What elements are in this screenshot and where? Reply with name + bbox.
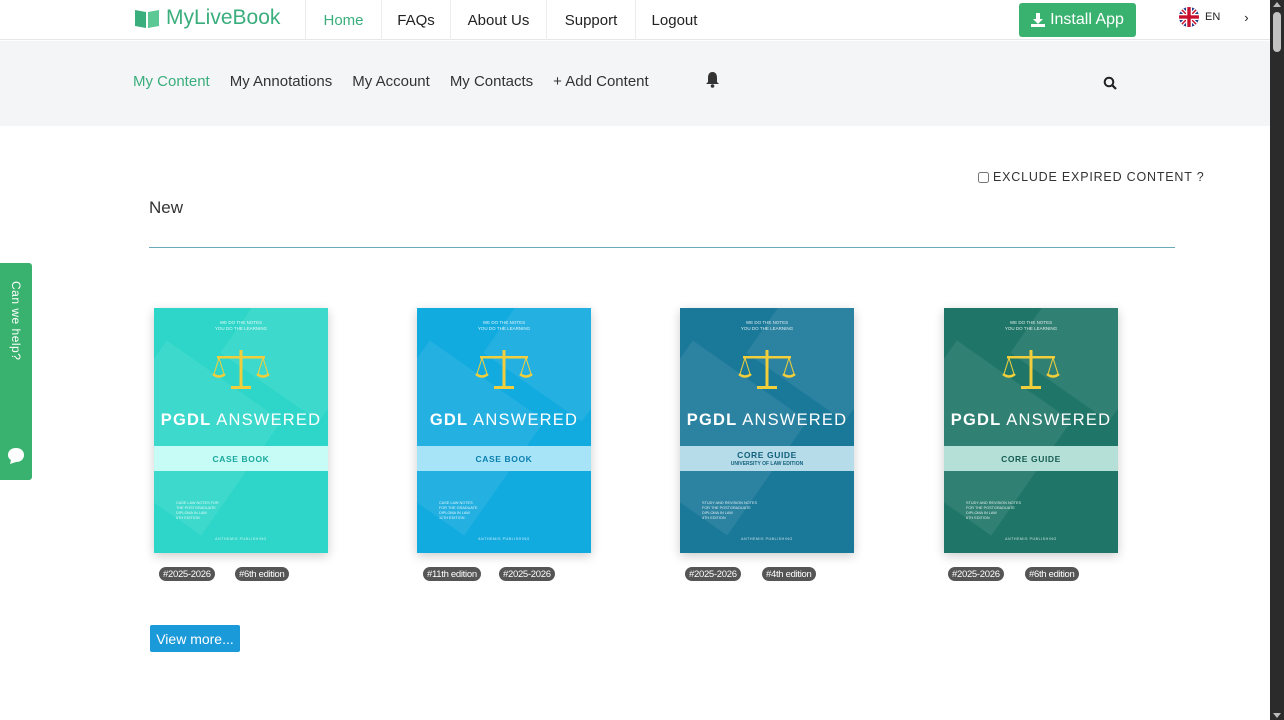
uk-flag-icon — [1179, 7, 1199, 27]
cover-band: CORE GUIDE UNIVERSITY OF LAW EDITION — [680, 446, 854, 471]
cover-notes: CASE LAW NOTES FOR THE GRADUATE DIPLOMA IN… — [439, 501, 478, 520]
brand-logo[interactable]: MyLiveBook — [134, 6, 280, 30]
exclude-expired-label: EXCLUDE EXPIRED CONTENT ? — [993, 170, 1205, 184]
download-icon — [1031, 13, 1046, 27]
cover-band-subtitle: UNIVERSITY OF LAW EDITION — [730, 461, 804, 467]
scales-of-justice-icon — [738, 350, 796, 389]
content-nav-my-account[interactable]: My Account — [352, 73, 430, 90]
content-nav-my-content[interactable]: My Content — [133, 73, 210, 90]
top-navbar: MyLiveBook Home FAQs About Us Support Logout… — [0, 0, 1270, 40]
cover-notes: STUDY AND REVISION NOTES FOR THE POSTGRAD… — [702, 501, 757, 520]
cover-notes: STUDY AND REVISION NOTES FOR THE POSTGRAD… — [966, 501, 1021, 520]
top-nav-support[interactable]: Support — [546, 0, 635, 40]
book-tag[interactable]: #2025-2026 — [499, 567, 555, 581]
book-tag[interactable]: #2025-2026 — [685, 567, 741, 581]
section-divider — [149, 247, 1175, 248]
book-tag[interactable]: #4th edition — [762, 567, 816, 581]
top-nav-home[interactable]: Home — [305, 0, 381, 40]
scroll-up-arrow-icon[interactable] — [1273, 2, 1281, 7]
cover-band-title: CASE BOOK — [475, 453, 533, 464]
cover-tagline: WE DO THE NOTES YOU DO THE LEARNING — [477, 320, 531, 331]
book-cover[interactable]: WE DO THE NOTES YOU DO THE LEARNING GDL A… — [417, 308, 591, 553]
cover-tagline: WE DO THE NOTES YOU DO THE LEARNING — [1004, 320, 1058, 331]
view-more-button[interactable]: View more... — [150, 625, 240, 652]
cover-band-title: CASE BOOK — [212, 453, 270, 464]
page-scrollbar[interactable] — [1270, 0, 1284, 720]
cover-tagline: WE DO THE NOTES YOU DO THE LEARNING — [214, 320, 268, 331]
cover-band: CASE BOOK — [154, 446, 328, 471]
scrollbar-thumb[interactable] — [1273, 12, 1281, 52]
content-navbar: My Content My Annotations My Account My Con… — [0, 41, 1270, 126]
brand-name: MyLiveBook — [166, 6, 281, 29]
cover-publisher: ANTHEMIS PUBLISHING — [215, 537, 267, 541]
book-tag[interactable]: #6th edition — [1025, 567, 1079, 581]
book-cover[interactable]: WE DO THE NOTES YOU DO THE LEARNING PGDL … — [944, 308, 1118, 553]
cover-tagline: WE DO THE NOTES YOU DO THE LEARNING — [740, 320, 794, 331]
book-icon — [135, 10, 159, 28]
chevron-right-icon: › — [1244, 9, 1249, 25]
language-code: EN — [1205, 11, 1221, 23]
book-cover[interactable]: WE DO THE NOTES YOU DO THE LEARNING PGDL … — [680, 308, 854, 553]
language-selector[interactable]: EN › — [1179, 7, 1249, 27]
cover-band-title: CORE GUIDE — [737, 450, 797, 460]
book-cover[interactable]: WE DO THE NOTES YOU DO THE LEARNING PGDL … — [154, 308, 328, 553]
cover-publisher: ANTHEMIS PUBLISHING — [478, 537, 530, 541]
cover-publisher: ANTHEMIS PUBLISHING — [741, 537, 793, 541]
content-nav-my-contacts[interactable]: My Contacts — [450, 73, 533, 90]
chat-bubble-icon — [8, 448, 24, 464]
cover-band: CORE GUIDE — [944, 446, 1118, 471]
scales-of-justice-icon — [475, 350, 533, 389]
cover-publisher: ANTHEMIS PUBLISHING — [1005, 537, 1057, 541]
exclude-expired-toggle[interactable]: EXCLUDE EXPIRED CONTENT ? — [978, 170, 1204, 184]
bell-icon[interactable] — [705, 71, 720, 93]
install-app-label: Install App — [1050, 11, 1124, 28]
cover-band-title: CORE GUIDE — [1001, 453, 1061, 464]
cover-title: PGDL ANSWERED — [950, 411, 1112, 429]
cover-band: CASE BOOK — [417, 446, 591, 471]
top-nav-logout[interactable]: Logout — [635, 0, 713, 40]
help-side-tab[interactable]: Can we help? — [0, 263, 32, 480]
content-nav-add-content[interactable]: + Add Content — [553, 73, 649, 90]
book-tag[interactable]: #11th edition — [423, 567, 481, 581]
scales-of-justice-icon — [212, 350, 270, 389]
install-app-button[interactable]: Install App — [1019, 3, 1136, 37]
top-nav-about-us[interactable]: About Us — [450, 0, 546, 40]
top-nav: Home FAQs About Us Support Logout — [305, 0, 713, 40]
book-tag[interactable]: #6th edition — [235, 567, 289, 581]
help-tab-label: Can we help? — [9, 281, 23, 361]
section-title: New — [149, 198, 184, 217]
cover-notes: CASE LAW NOTES FOR THE POSTGRADUATE DIPLOM… — [176, 501, 219, 520]
exclude-expired-checkbox[interactable] — [978, 171, 989, 183]
cover-title: GDL ANSWERED — [429, 411, 579, 429]
cover-title: PGDL ANSWERED — [160, 411, 322, 429]
scales-of-justice-icon — [1002, 350, 1060, 389]
top-nav-faqs[interactable]: FAQs — [381, 0, 450, 40]
search-icon[interactable] — [1103, 76, 1117, 95]
book-tag[interactable]: #2025-2026 — [159, 567, 215, 581]
scroll-down-arrow-icon[interactable] — [1273, 713, 1281, 718]
content-nav-my-annotations[interactable]: My Annotations — [230, 73, 333, 90]
book-tag[interactable]: #2025-2026 — [948, 567, 1004, 581]
cover-title: PGDL ANSWERED — [686, 411, 848, 429]
content-nav: My Content My Annotations My Account My Con… — [133, 73, 649, 90]
